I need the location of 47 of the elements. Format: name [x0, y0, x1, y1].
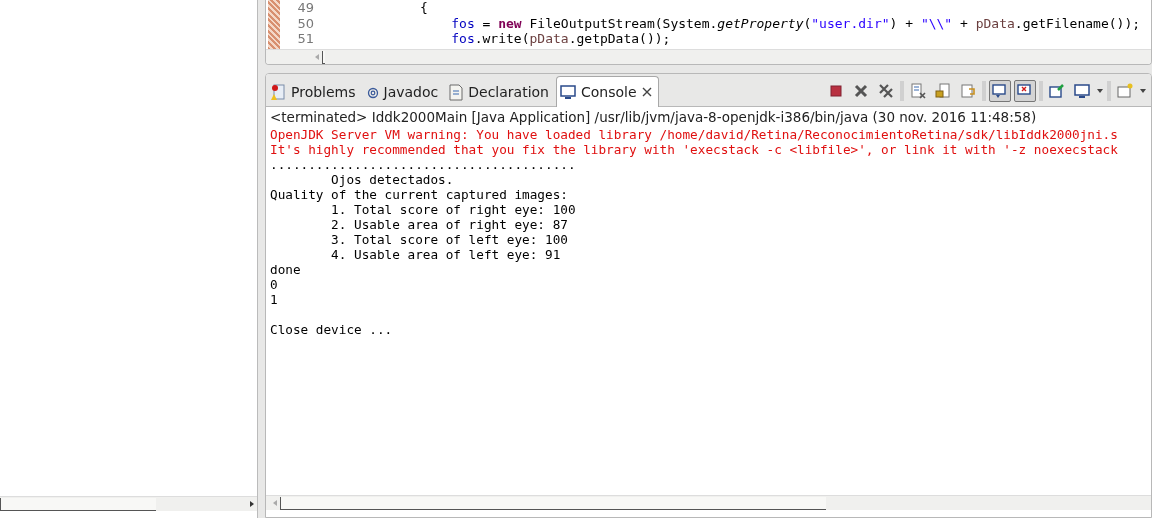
caret-icon[interactable] [1096, 88, 1104, 94]
console-header: <terminated> Iddk2000Main [Java Application] /usr/lib/jvm/java-8-openjdk-i386/bin/java (30 nov. 2016 11:48:58) [269, 108, 1038, 127]
toolbar-button[interactable] [1014, 80, 1036, 102]
output-line: Close device ... [270, 322, 394, 337]
lock-document-icon [935, 83, 951, 99]
code-editor[interactable]: 49 50 51 { fos = new FileOutputStream(System.getProperty("user.dir") + "\\" + pData.getFilename()); fos.write(pData.getpData()); [265, 0, 1152, 65]
code-line: fos = new FileOutputStream(System.getProperty("user.dir") + "\\" + pData.getFilename()); [450, 15, 1141, 31]
output-line: done [270, 262, 302, 277]
new-window-icon [1117, 83, 1133, 99]
output-line: 4. Usable area of left eye: 91 [330, 247, 562, 262]
line-number: 49 [297, 0, 314, 16]
monitor-icon [992, 83, 1008, 99]
output-line: 2. Usable area of right eye: 87 [330, 217, 569, 232]
line-number: 50 [297, 15, 314, 31]
horizontal-scrollbar[interactable] [0, 496, 257, 511]
close-icon[interactable] [641, 87, 652, 97]
view-tab[interactable]: Javadoc [362, 76, 446, 107]
output-line: ........................................ [270, 157, 577, 172]
caret-icon[interactable] [1139, 88, 1147, 94]
toolbar-button[interactable] [989, 80, 1011, 102]
code-line: fos.write(pData.getpData()); [450, 31, 672, 47]
output-line: 1. Total score of right eye: 100 [330, 202, 577, 217]
output-line: 1 [270, 292, 279, 307]
code-line: { [418, 0, 429, 16]
error-line: It's highly recommended that you fix the library with 'execstack -c <libfile>', or link it with '-z noexecstack [270, 142, 1119, 157]
output-line: Ojos detectados. [330, 172, 455, 187]
clear-document-icon [910, 83, 926, 99]
problems-icon [270, 83, 286, 101]
view-tab[interactable]: Problems [266, 76, 363, 107]
error-line: OpenJDK Server VM warning: You have loaded library /home/david/Retina/ReconocimientoRetina/sdk/libIddk2000jni.s [270, 127, 1119, 142]
view-tab[interactable]: Console [556, 76, 659, 107]
document-icon [449, 83, 464, 101]
stop-icon [828, 83, 844, 99]
horizontal-scrollbar[interactable] [266, 495, 1151, 510]
close-icon [853, 83, 869, 99]
wrap-document-icon [960, 83, 976, 99]
monitor-icon [1074, 83, 1090, 99]
change-marker [268, 0, 280, 49]
output-line: 0 [270, 277, 279, 292]
output-line: Quality of the current captured images: [270, 187, 569, 202]
monitor-icon [560, 84, 576, 100]
line-number: 51 [297, 31, 314, 47]
horizontal-scrollbar[interactable] [266, 49, 1151, 64]
view-tab[interactable]: Declaration [445, 76, 556, 107]
pin-icon [1049, 83, 1065, 99]
double-x-icon [878, 83, 894, 99]
output-line: 3. Total score of left eye: 100 [330, 232, 569, 247]
